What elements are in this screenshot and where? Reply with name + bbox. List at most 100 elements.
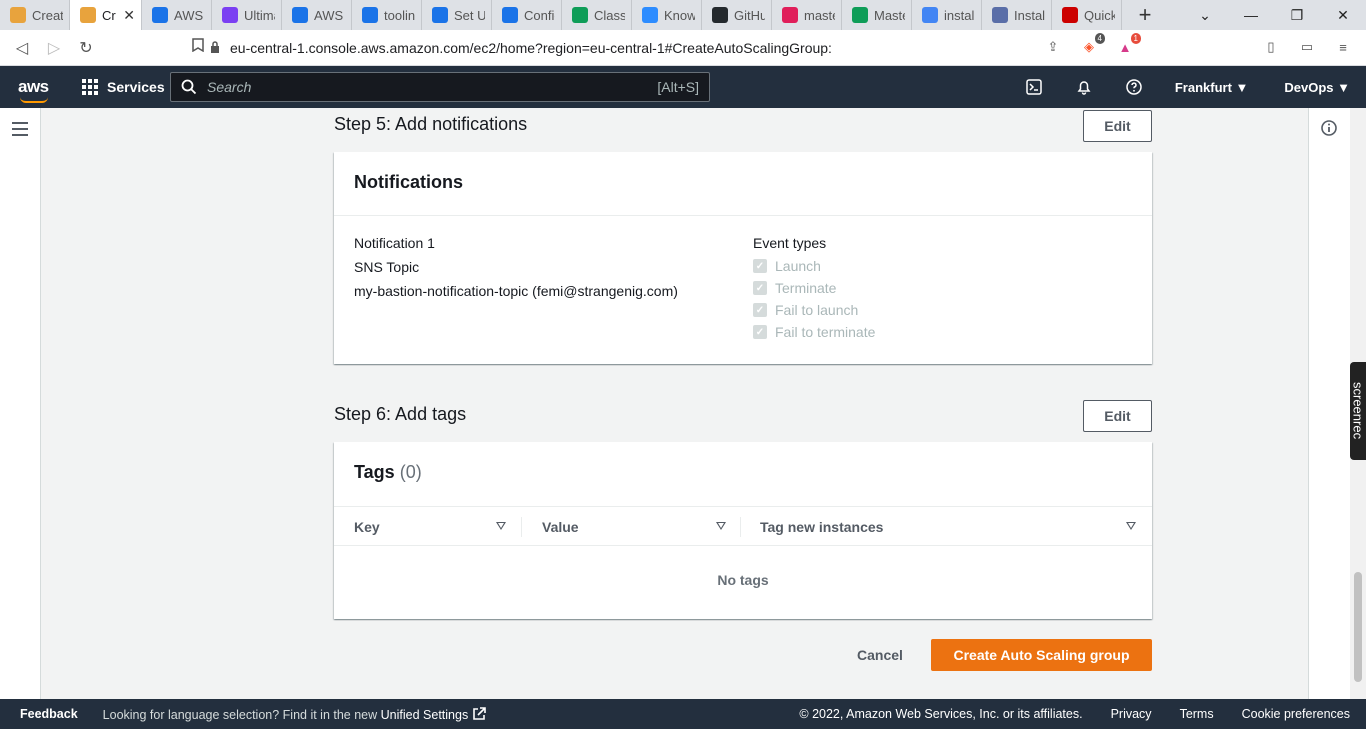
devops-icon bbox=[432, 7, 448, 23]
column-value[interactable]: Value bbox=[542, 507, 732, 547]
info-icon[interactable] bbox=[1321, 120, 1337, 136]
browser-tab-label: tooling bbox=[384, 7, 415, 23]
browser-tab-label: Maste bbox=[874, 7, 905, 23]
tab-search-icon[interactable]: ⌄ bbox=[1182, 0, 1228, 30]
create-auto-scaling-group-button[interactable]: Create Auto Scaling group bbox=[931, 639, 1152, 671]
share-icon[interactable]: ⇪ bbox=[1042, 36, 1064, 58]
url-field[interactable]: eu-central-1.console.aws.amazon.com/ec2/… bbox=[211, 40, 832, 56]
browser-tab[interactable]: AWS C bbox=[282, 0, 352, 30]
browser-tab[interactable]: AWS S bbox=[142, 0, 212, 30]
step6-edit-button[interactable]: Edit bbox=[1083, 400, 1152, 432]
ansible-icon bbox=[992, 7, 1008, 23]
forward-icon[interactable]: ▷ bbox=[38, 38, 70, 58]
back-icon[interactable]: ◁ bbox=[6, 38, 38, 58]
browser-tab[interactable]: GitHu bbox=[702, 0, 772, 30]
browser-tab[interactable]: Set Up bbox=[422, 0, 492, 30]
event-types-list: ✓ Launch ✓ Terminate ✓ Fail to launch ✓ Fail to… bbox=[753, 255, 875, 343]
terms-link[interactable]: Terms bbox=[1180, 707, 1214, 721]
notifications-title: Notifications bbox=[354, 172, 464, 192]
cookie-preferences-link[interactable]: Cookie preferences bbox=[1242, 707, 1350, 721]
event-type-checkbox: ✓ Terminate bbox=[753, 277, 875, 299]
browser-tab[interactable]: Class bbox=[562, 0, 632, 30]
right-rail bbox=[1308, 108, 1350, 699]
sidebar-icon[interactable]: ▯ bbox=[1260, 36, 1282, 58]
scroll-thumb[interactable] bbox=[1354, 572, 1362, 682]
nav-right: Frankfurt ▼ DevOps ▼ bbox=[1009, 66, 1350, 108]
notification-details: Notification 1 SNS Topic my-bastion-noti… bbox=[354, 231, 678, 303]
column-tag-new-instances[interactable]: Tag new instances bbox=[760, 507, 1140, 547]
github-icon bbox=[712, 7, 728, 23]
services-button[interactable]: Services bbox=[82, 79, 165, 95]
browser-tab-label: Ultima bbox=[244, 7, 275, 23]
search-input[interactable]: Search [Alt+S] bbox=[170, 72, 710, 102]
cancel-button[interactable]: Cancel bbox=[840, 639, 920, 671]
browser-tab[interactable]: Config bbox=[492, 0, 562, 30]
unified-settings-link[interactable]: Unified Settings bbox=[381, 708, 469, 722]
browser-tab[interactable]: Ultima bbox=[212, 0, 282, 30]
brave-rewards-icon[interactable]: ▲ 1 bbox=[1114, 33, 1141, 58]
copyright-text: © 2022, Amazon Web Services, Inc. or its… bbox=[799, 707, 1083, 721]
column-tag-new-instances-label: Tag new instances bbox=[760, 519, 884, 535]
wallet-icon[interactable]: ▭ bbox=[1296, 36, 1318, 58]
browser-tab[interactable]: Know bbox=[632, 0, 702, 30]
menu-icon[interactable]: ≡ bbox=[1332, 36, 1354, 58]
column-key[interactable]: Key bbox=[354, 507, 514, 547]
language-notice-text: Looking for language selection? Find it … bbox=[102, 707, 378, 722]
close-tab-icon[interactable]: ✕ bbox=[123, 7, 135, 24]
checkbox-checked-icon: ✓ bbox=[753, 303, 767, 317]
hamburger-menu-icon[interactable] bbox=[12, 122, 28, 136]
bell-icon[interactable] bbox=[1059, 79, 1109, 95]
external-link-icon bbox=[472, 706, 486, 720]
region-selector[interactable]: Frankfurt ▼ bbox=[1175, 80, 1249, 95]
aws-logo[interactable]: aws bbox=[18, 77, 52, 103]
browser-tab[interactable]: Quick bbox=[1052, 0, 1122, 30]
address-bar: ◁ ▷ ↻ eu-central-1.console.aws.amazon.co… bbox=[0, 30, 1366, 66]
screenrec-label: screenrec bbox=[1350, 382, 1366, 440]
notification-label: Notification 1 bbox=[354, 235, 435, 251]
sheets-icon bbox=[572, 7, 588, 23]
step5-edit-button[interactable]: Edit bbox=[1083, 110, 1152, 142]
column-divider bbox=[521, 517, 522, 537]
browser-tab[interactable]: install bbox=[912, 0, 982, 30]
browser-tab[interactable]: Create bbox=[0, 0, 70, 30]
brave-shield-icon[interactable]: ◈ 4 bbox=[1078, 33, 1105, 58]
column-key-label: Key bbox=[354, 519, 380, 535]
sort-value-icon bbox=[716, 522, 726, 530]
restore-button[interactable]: ❐ bbox=[1274, 0, 1320, 30]
account-menu[interactable]: DevOps ▼ bbox=[1284, 80, 1350, 95]
tags-table-header: Key Value Tag new instances bbox=[334, 506, 1152, 546]
language-notice: Looking for language selection? Find it … bbox=[102, 706, 486, 722]
event-types-label: Event types bbox=[753, 235, 827, 251]
browser-tab[interactable]: Cr ✕ bbox=[70, 0, 142, 30]
browser-tab-label: Quick bbox=[1084, 7, 1115, 23]
close-window-button[interactable]: ✕ bbox=[1320, 0, 1366, 30]
browser-tab[interactable]: tooling bbox=[352, 0, 422, 30]
u-icon bbox=[222, 7, 238, 23]
console-footer: Feedback Looking for language selection?… bbox=[0, 699, 1366, 729]
privacy-link[interactable]: Privacy bbox=[1111, 707, 1152, 721]
new-tab-button[interactable]: + bbox=[1130, 2, 1160, 28]
browser-tab-label: install bbox=[944, 7, 975, 23]
browser-tab[interactable]: Install bbox=[982, 0, 1052, 30]
tags-card: Tags (0) Key Value Tag new instances No … bbox=[334, 442, 1152, 619]
google-icon bbox=[922, 7, 938, 23]
reload-icon[interactable]: ↻ bbox=[70, 38, 102, 58]
help-icon[interactable] bbox=[1109, 79, 1159, 95]
url-text: eu-central-1.console.aws.amazon.com/ec2/… bbox=[230, 40, 832, 56]
feedback-link[interactable]: Feedback bbox=[20, 707, 78, 721]
tags-title: Tags bbox=[354, 462, 395, 482]
footer-right: © 2022, Amazon Web Services, Inc. or its… bbox=[799, 699, 1350, 729]
search-icon bbox=[181, 79, 197, 95]
checkbox-checked-icon: ✓ bbox=[753, 325, 767, 339]
screenrec-widget[interactable]: screenrec bbox=[1350, 362, 1366, 460]
sort-tag-new-instances-icon bbox=[1126, 522, 1136, 530]
browser-tab[interactable]: maste bbox=[772, 0, 842, 30]
sheets-icon bbox=[852, 7, 868, 23]
minimize-button[interactable]: — bbox=[1228, 0, 1274, 30]
devops-icon bbox=[152, 7, 168, 23]
cloudshell-icon[interactable] bbox=[1009, 79, 1059, 95]
browser-toolbar-right: ⇪ ◈ 4 ▲ 1 ▯ ▭ ≡ bbox=[1042, 33, 1354, 58]
browser-tab-label: Class bbox=[594, 7, 625, 23]
browser-tab[interactable]: Maste bbox=[842, 0, 912, 30]
browser-tab-bar: Create Cr ✕ AWS S Ultima AWS C tooling Set Up Co… bbox=[0, 0, 1366, 30]
